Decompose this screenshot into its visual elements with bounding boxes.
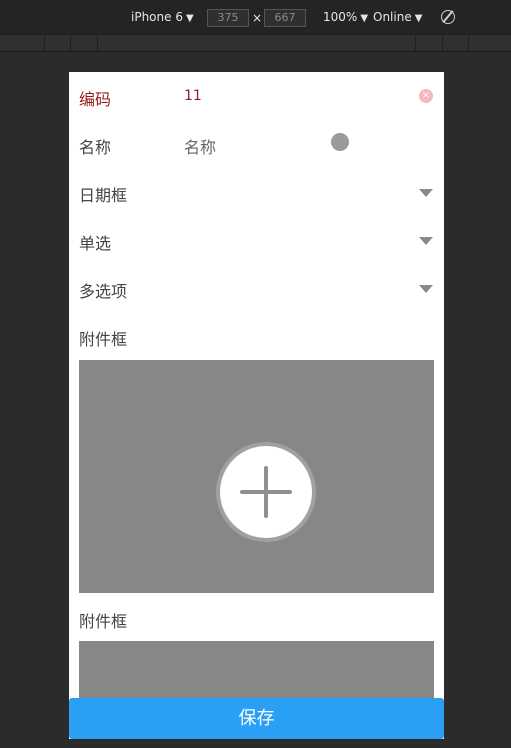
network-label: Online <box>373 10 412 24</box>
plus-icon[interactable] <box>216 442 316 542</box>
devtools-toolbar: iPhone 6 ▼ 375 × 667 100% ▼ Online ▼ <box>0 0 511 34</box>
attachment-label-2: 附件框 <box>79 612 128 631</box>
media-query-ruler <box>0 34 511 52</box>
code-input[interactable]: 11 <box>184 88 202 104</box>
chevron-down-icon[interactable] <box>419 237 433 245</box>
clear-icon[interactable]: × <box>419 89 433 103</box>
dimension-separator: × <box>252 11 263 25</box>
name-label: 名称 <box>79 138 112 157</box>
height-input[interactable]: 667 <box>264 9 306 27</box>
width-input[interactable]: 375 <box>207 9 249 27</box>
save-button[interactable]: 保存 <box>69 698 444 739</box>
attachment-label-1: 附件框 <box>79 330 128 349</box>
phone-viewport: 编码 11 × 名称 名称 日期框 单选 多选项 附件框 附件框 保存 <box>69 72 444 739</box>
attachment-field-2: 附件框 <box>69 594 444 642</box>
attachment-field-1: 附件框 <box>69 312 444 360</box>
network-dropdown-icon: ▼ <box>414 13 423 24</box>
code-field[interactable]: 编码 11 × <box>69 72 444 120</box>
name-field[interactable]: 名称 名称 <box>69 120 444 168</box>
network-select[interactable]: Online ▼ <box>373 10 422 24</box>
device-dropdown-icon: ▼ <box>185 13 194 24</box>
single-select-field[interactable]: 单选 <box>69 216 444 264</box>
single-select-label: 单选 <box>79 234 112 253</box>
date-field[interactable]: 日期框 <box>69 168 444 216</box>
multi-select-field[interactable]: 多选项 <box>69 264 444 312</box>
zoom-dropdown-icon: ▼ <box>360 13 369 24</box>
code-label: 编码 <box>79 90 112 109</box>
zoom-label: 100% <box>323 10 358 24</box>
device-select[interactable]: iPhone 6 ▼ <box>131 10 194 24</box>
chevron-down-icon[interactable] <box>419 285 433 293</box>
upload-area-1[interactable] <box>79 360 434 593</box>
chevron-down-icon[interactable] <box>419 189 433 197</box>
switch-knob[interactable] <box>331 133 349 151</box>
rotate-icon[interactable] <box>441 10 455 24</box>
name-input[interactable]: 名称 <box>184 134 216 158</box>
date-label: 日期框 <box>79 186 128 205</box>
device-label: iPhone 6 <box>131 10 183 24</box>
zoom-select[interactable]: 100% ▼ <box>323 10 368 24</box>
multi-select-label: 多选项 <box>79 282 128 301</box>
